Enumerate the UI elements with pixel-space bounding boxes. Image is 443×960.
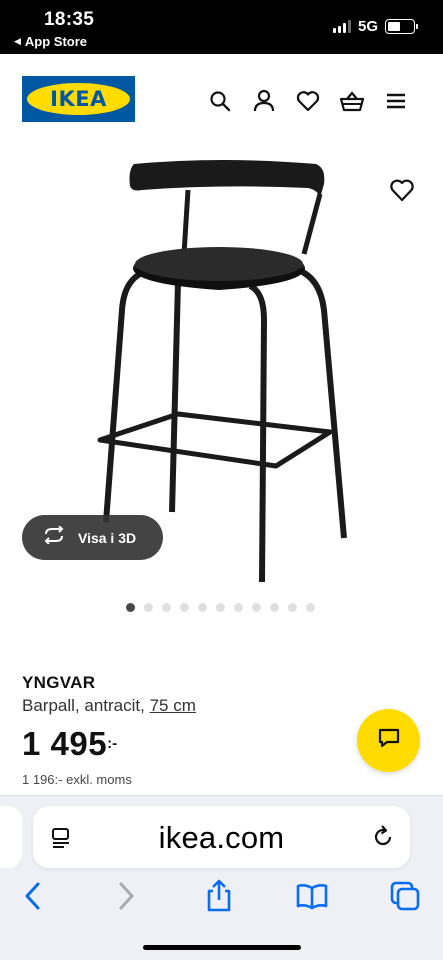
carousel-pagination[interactable] [126,603,315,612]
status-indicators: 5G [332,18,418,35]
product-image-carousel[interactable]: Visa i 3D [0,144,443,589]
address-bar[interactable]: ikea.com [33,806,410,868]
menu-icon[interactable] [383,88,409,114]
favourites-icon[interactable] [295,88,321,114]
product-size-link[interactable]: 75 cm [150,696,196,715]
network-type: 5G [357,18,378,35]
add-to-favourites-icon[interactable] [389,178,415,204]
chat-icon [377,727,401,754]
carousel-dot[interactable] [198,603,207,612]
browser-nav-row [0,876,443,918]
carousel-dot[interactable] [180,603,189,612]
bookmarks-icon[interactable] [295,878,329,914]
browser-toolbar: ikea.com [0,795,443,960]
back-app-label: App Store [24,34,88,49]
tabs-icon[interactable] [388,878,422,914]
chat-button[interactable] [357,709,420,772]
price-excluding-vat: 1 196:- exkl. moms [22,772,132,787]
carousel-dot[interactable] [144,603,153,612]
carousel-dot[interactable] [216,603,225,612]
previous-tab-preview[interactable] [0,806,22,868]
ikea-logo[interactable]: IKEA [22,76,135,122]
view-in-3d-button[interactable]: Visa i 3D [22,515,163,560]
carousel-dot[interactable] [252,603,261,612]
carousel-dot[interactable] [270,603,279,612]
logo-oval: IKEA [27,83,130,115]
forward-icon[interactable] [110,878,144,914]
carousel-dot[interactable] [306,603,315,612]
account-icon[interactable] [251,88,277,114]
home-indicator [143,945,301,950]
status-bar: 18:35 ◀ App Store 5G [0,0,443,54]
price-amount: 1 495 [22,725,108,762]
carousel-dot[interactable] [162,603,171,612]
site-header: IKEA [0,54,443,144]
rotate-3d-icon [42,525,66,549]
product-type: Barpall, antracit, [22,696,145,715]
reload-icon[interactable] [370,824,396,850]
carousel-dot[interactable] [288,603,297,612]
back-triangle-icon: ◀ [14,36,21,46]
product-description: Barpall, antracit, 75 cm [22,696,196,716]
shopping-basket-icon[interactable] [339,88,365,114]
price-suffix: :- [107,735,118,752]
view-in-3d-label: Visa i 3D [78,529,137,546]
share-icon[interactable] [202,878,236,914]
carousel-dot[interactable] [126,603,135,612]
product-name: YNGVAR [22,673,96,692]
cellular-signal-icon [332,20,351,33]
carousel-dot[interactable] [234,603,243,612]
back-to-app-store[interactable]: ◀ App Store [14,34,87,49]
header-actions [207,88,409,114]
url-text: ikea.com [158,820,285,855]
logo-text: IKEA [50,87,107,111]
search-icon[interactable] [207,88,233,114]
product-price: 1 495 :- [22,725,117,763]
back-icon[interactable] [15,878,49,914]
battery-icon [385,19,418,34]
status-time: 18:35 [44,9,95,30]
